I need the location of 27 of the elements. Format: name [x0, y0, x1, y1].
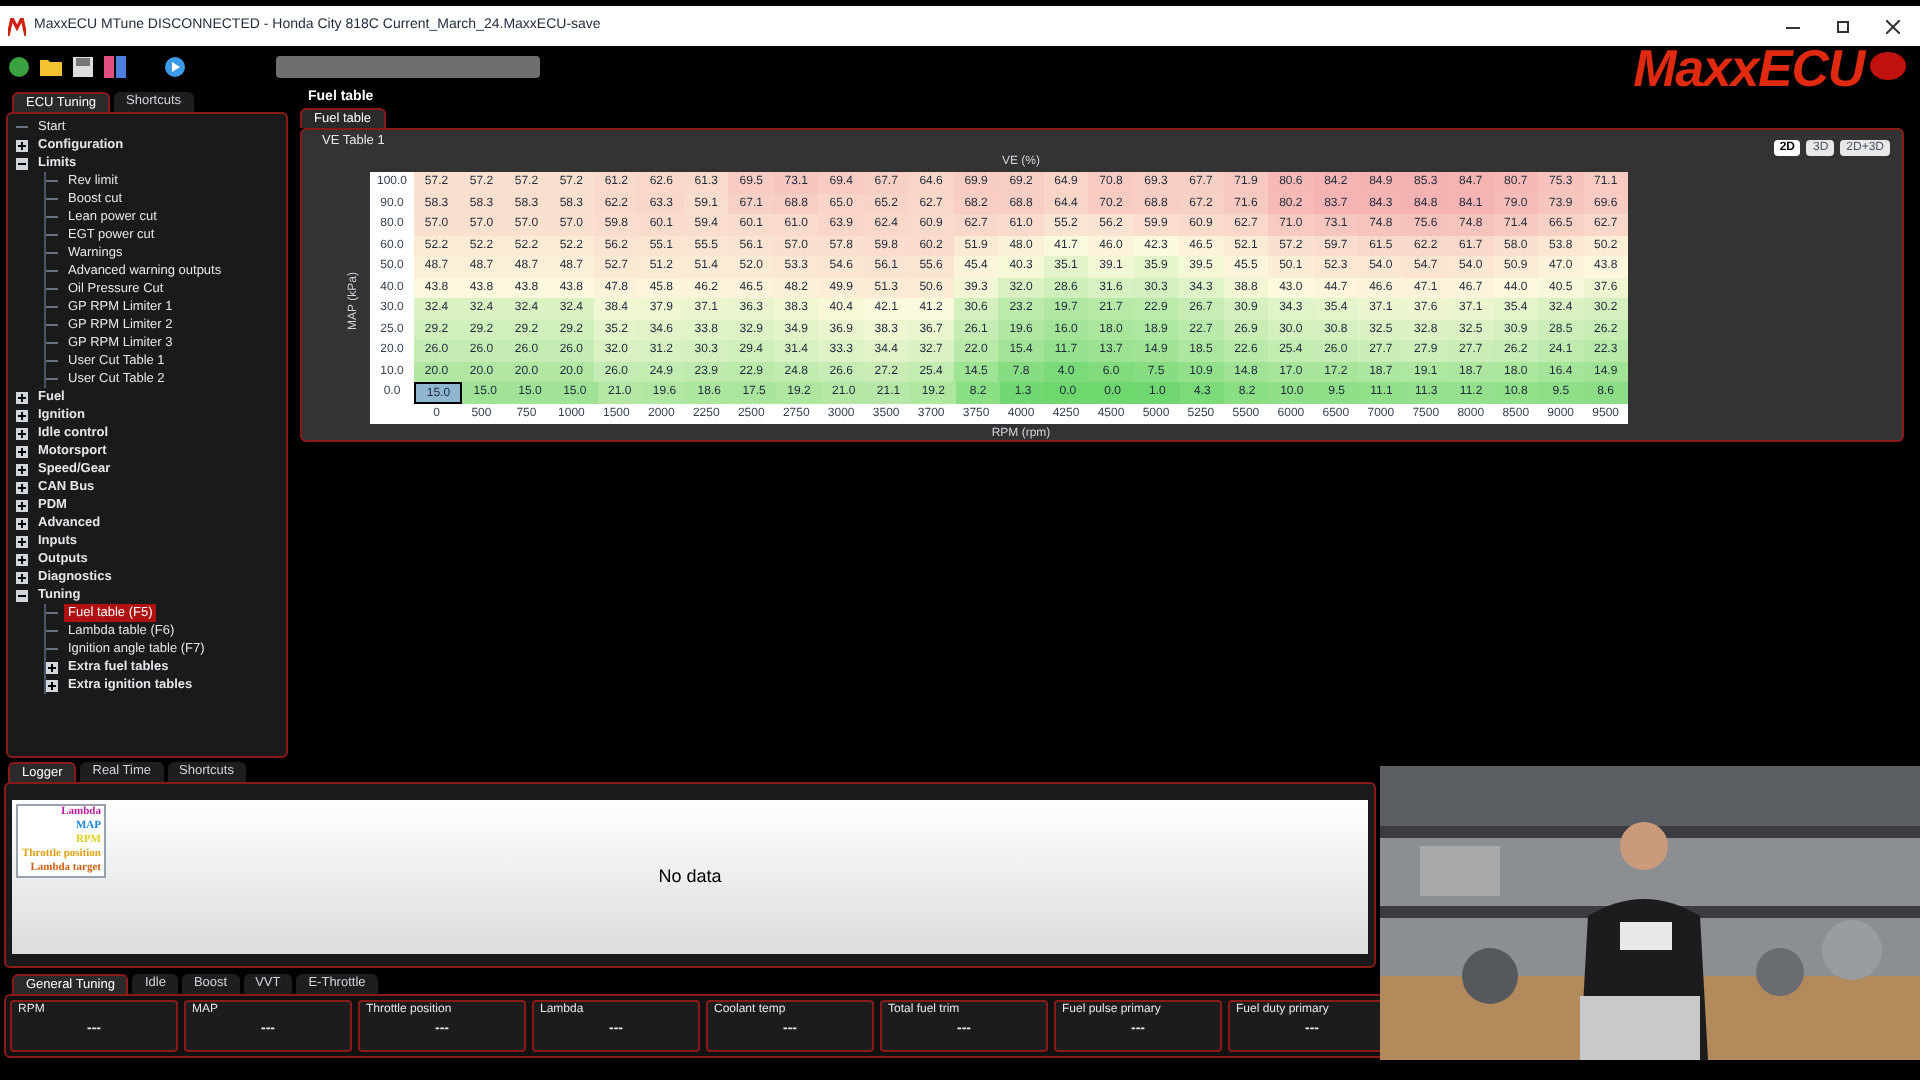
- logo: MaxxECU: [1633, 42, 1864, 94]
- expand-icon[interactable]: [16, 463, 28, 475]
- expand-icon[interactable]: [46, 679, 58, 691]
- logo-badge-icon: [1868, 50, 1908, 82]
- connection-dropdown[interactable]: [276, 55, 540, 77]
- expand-icon[interactable]: [16, 481, 28, 493]
- expand-icon[interactable]: [16, 409, 28, 421]
- expand-icon[interactable]: [16, 571, 28, 583]
- expand-icon[interactable]: [16, 499, 28, 511]
- expand-icon[interactable]: [16, 139, 28, 151]
- expand-icon[interactable]: [16, 517, 28, 529]
- expand-icon[interactable]: [46, 661, 58, 673]
- play-icon[interactable]: [164, 55, 186, 77]
- expand-icon[interactable]: [16, 427, 28, 439]
- expand-icon[interactable]: [16, 445, 28, 457]
- empty-message: No data: [658, 863, 722, 890]
- expand-icon[interactable]: [16, 553, 28, 565]
- maximize-icon[interactable]: [1836, 19, 1850, 33]
- compare-icon[interactable]: [104, 55, 126, 77]
- folder-icon[interactable]: [40, 55, 62, 77]
- collapse-icon[interactable]: [16, 157, 28, 169]
- close-icon[interactable]: [1886, 19, 1900, 33]
- expand-icon[interactable]: [16, 535, 28, 547]
- save-icon[interactable]: [72, 55, 94, 77]
- app-icon: [8, 17, 26, 35]
- collapse-icon[interactable]: [16, 589, 28, 601]
- expand-icon[interactable]: [16, 391, 28, 403]
